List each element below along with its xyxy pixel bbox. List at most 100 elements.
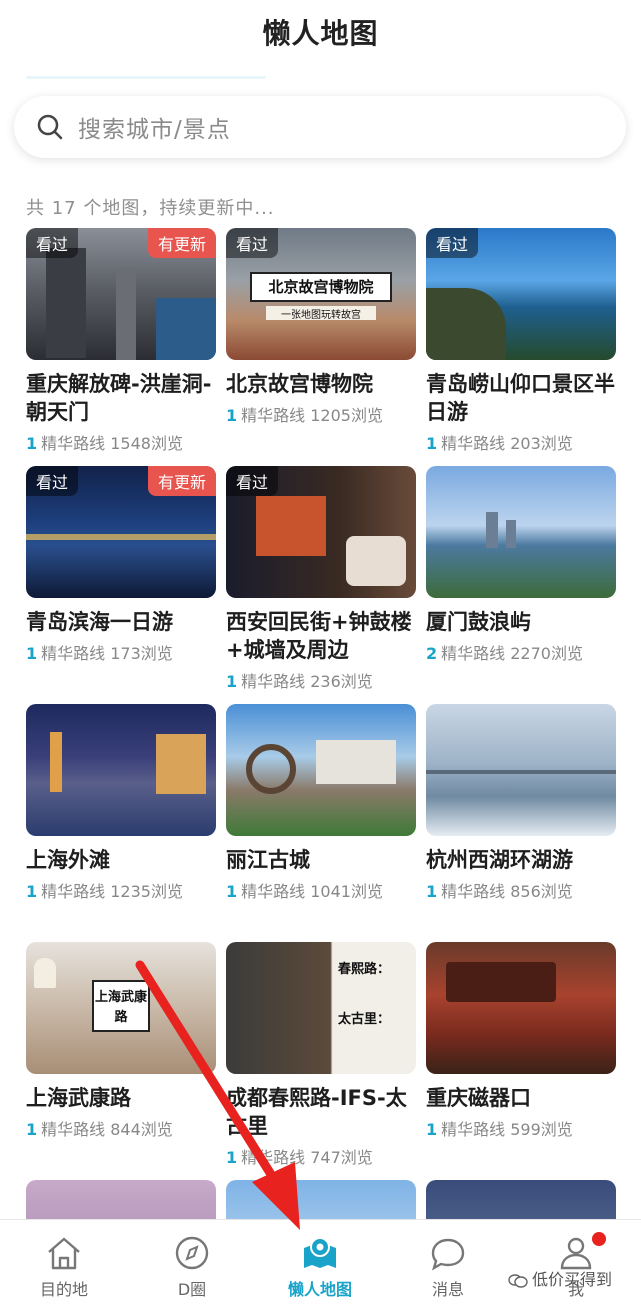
- route-label: 精华路线: [41, 1120, 106, 1139]
- route-label: 精华路线: [241, 882, 306, 901]
- top-header: 懒人地图: [0, 0, 641, 62]
- route-count: 1: [26, 1120, 38, 1139]
- mountain-shape: [426, 288, 506, 360]
- building-shape: [156, 734, 206, 794]
- view-count: 1041浏览: [310, 882, 383, 901]
- billboard-shape: [156, 298, 216, 360]
- route-count: 1: [226, 1148, 238, 1167]
- map-card[interactable]: 杭州西湖环湖游 1 精华路线 856浏览: [426, 704, 616, 902]
- map-card-meta: 1 精华路线 236浏览: [226, 668, 416, 692]
- tab-me[interactable]: 我: [512, 1220, 640, 1305]
- view-count: 236浏览: [310, 672, 373, 691]
- map-card-title: 杭州西湖环湖游: [426, 848, 573, 872]
- map-card-meta: 1 精华路线 1205浏览: [226, 402, 416, 426]
- waterwheel-shape: [246, 744, 296, 794]
- tab-label: 消息: [431, 1280, 464, 1299]
- seen-badge: 看过: [26, 228, 79, 258]
- map-card-title: 成都春熙路-IFS-太古里: [226, 1086, 407, 1138]
- view-count: 747浏览: [310, 1148, 373, 1167]
- tab-d-circle[interactable]: D圈: [128, 1220, 256, 1305]
- map-card[interactable]: 丽江古城 1 精华路线 1041浏览: [226, 704, 416, 902]
- icecream-shape: [34, 958, 56, 988]
- map-thumbnail: 看过: [226, 466, 416, 598]
- bottom-tab-bar: 目的地 D圈 懒人地图 消息 我: [0, 1219, 641, 1305]
- map-thumbnail: 北京故宫博物院 一张地图玩转故宫 看过: [226, 228, 416, 360]
- view-count: 599浏览: [510, 1120, 573, 1139]
- search-input[interactable]: 搜索城市/景点: [14, 96, 626, 158]
- route-count: 1: [26, 434, 38, 453]
- tab-destination[interactable]: 目的地: [0, 1220, 128, 1305]
- search-icon: [37, 114, 63, 140]
- tab-lazy-map[interactable]: 懒人地图: [256, 1220, 384, 1305]
- watermark-text: 低价买得到: [532, 1270, 613, 1289]
- notification-dot: [592, 1232, 606, 1246]
- route-label: 精华路线: [441, 434, 506, 453]
- route-count: 1: [226, 672, 238, 691]
- map-card-meta: 1 精华路线 599浏览: [426, 1116, 616, 1140]
- thumbnail-caption: 太古里：: [338, 1012, 391, 1027]
- map-thumbnail: [426, 466, 616, 598]
- map-card[interactable]: 重庆磁器口 1 精华路线 599浏览: [426, 942, 616, 1140]
- map-card[interactable]: 春熙路： 太古里： 成都春熙路-IFS-太古里 1 精华路线 747浏览: [226, 942, 416, 1168]
- route-count: 1: [26, 644, 38, 663]
- seen-badge: 看过: [226, 228, 279, 258]
- map-thumbnail: 看过 有更新: [26, 228, 216, 360]
- map-card-meta: 1 精华路线 1548浏览: [26, 430, 216, 454]
- food-shape: [346, 536, 406, 586]
- route-count: 1: [426, 1120, 438, 1139]
- map-card[interactable]: 厦门鼓浪屿 2 精华路线 2270浏览: [426, 466, 616, 664]
- page-title: 懒人地图: [262, 17, 379, 50]
- view-count: 856浏览: [510, 882, 573, 901]
- route-label: 精华路线: [241, 672, 306, 691]
- route-label: 精华路线: [241, 1148, 306, 1167]
- skyline-shape: [506, 520, 516, 548]
- map-card-title: 青岛崂山仰口景区半日游: [426, 372, 615, 424]
- view-count: 173浏览: [110, 644, 173, 663]
- wechat-icon: [508, 1273, 528, 1288]
- map-card[interactable]: 看过 西安回民街+钟鼓楼+城墙及周边 1 精华路线 236浏览: [226, 466, 416, 692]
- map-card[interactable]: 北京故宫博物院 一张地图玩转故宫 看过 北京故宫博物院 1 精华路线 1205浏览: [226, 228, 416, 426]
- route-count: 2: [426, 644, 438, 663]
- skyline-shape: [486, 512, 498, 548]
- tower-shape: [50, 732, 62, 792]
- route-count: 1: [226, 882, 238, 901]
- view-count: 1205浏览: [310, 406, 383, 425]
- route-count: 1: [226, 406, 238, 425]
- map-card-title: 上海外滩: [26, 848, 110, 872]
- map-thumbnail: [426, 704, 616, 836]
- watermark: 低价买得到: [508, 1266, 612, 1290]
- map-card-meta: 1 精华路线 1235浏览: [26, 878, 216, 902]
- gate-shape: [316, 740, 396, 784]
- tab-label: 目的地: [39, 1280, 88, 1299]
- thumbnail-subcaption: 一张地图玩转故宫: [266, 306, 376, 321]
- route-label: 精华路线: [41, 644, 106, 663]
- causeway-shape: [426, 770, 616, 774]
- updated-badge: 有更新: [147, 228, 216, 258]
- updated-badge: 有更新: [147, 466, 216, 496]
- map-card[interactable]: 看过 青岛崂山仰口景区半日游 1 精华路线 203浏览: [426, 228, 616, 454]
- tab-messages[interactable]: 消息: [384, 1220, 512, 1305]
- map-card-meta: 1 精华路线 844浏览: [26, 1116, 216, 1140]
- map-thumbnail: [426, 942, 616, 1074]
- map-card[interactable]: 看过 有更新 重庆解放碑-洪崖洞-朝天门 1 精华路线 1548浏览: [26, 228, 216, 454]
- map-card[interactable]: 看过 有更新 青岛滨海一日游 1 精华路线 173浏览: [26, 466, 216, 664]
- map-card-meta: 2 精华路线 2270浏览: [426, 640, 616, 664]
- map-card-title: 厦门鼓浪屿: [426, 610, 531, 634]
- map-card-meta: 1 精华路线 1041浏览: [226, 878, 416, 902]
- map-card-title: 重庆磁器口: [426, 1086, 531, 1110]
- route-label: 精华路线: [41, 434, 106, 453]
- map-thumbnail: 上海武康路: [26, 942, 216, 1074]
- view-count: 203浏览: [510, 434, 573, 453]
- view-count: 1548浏览: [110, 434, 183, 453]
- map-card[interactable]: 上海外滩 1 精华路线 1235浏览: [26, 704, 216, 902]
- route-count: 1: [426, 434, 438, 453]
- map-thumbnail: 春熙路： 太古里：: [226, 942, 416, 1074]
- seen-badge: 看过: [426, 228, 479, 258]
- map-thumbnail: 看过: [426, 228, 616, 360]
- route-count: 1: [426, 882, 438, 901]
- map-card[interactable]: 上海武康路 上海武康路 1 精华路线 844浏览: [26, 942, 216, 1140]
- chat-icon: [431, 1238, 465, 1271]
- route-label: 精华路线: [241, 406, 306, 425]
- header-accent-bar: [26, 76, 266, 79]
- route-label: 精华路线: [41, 882, 106, 901]
